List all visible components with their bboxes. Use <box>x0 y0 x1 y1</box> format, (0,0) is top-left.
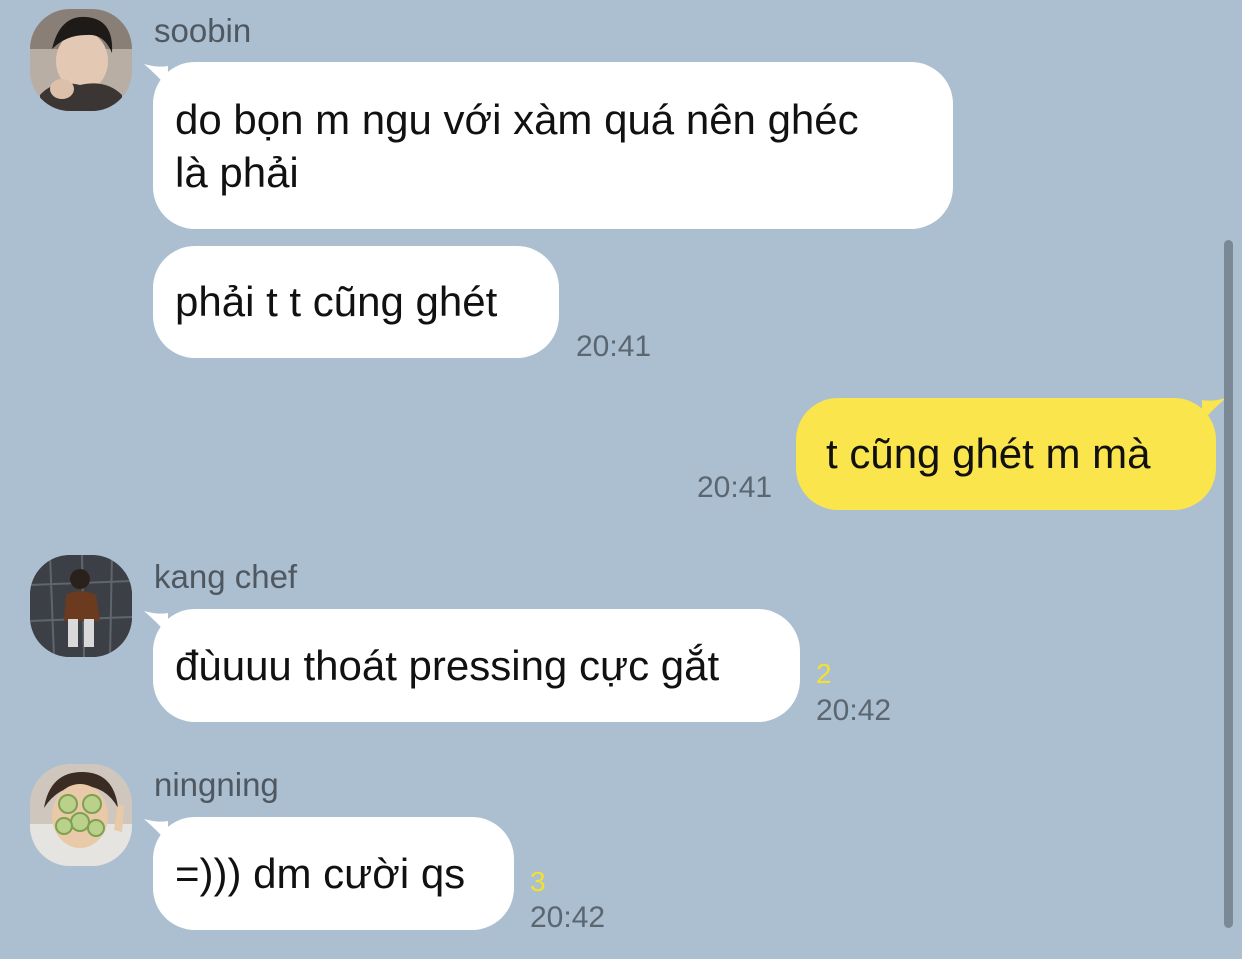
message-bubble[interactable]: =))) dm cười qs <box>153 817 514 930</box>
ningning-avatar[interactable] <box>30 764 132 866</box>
sender-name-kang-chef: kang chef <box>154 558 298 595</box>
soobin-avatar-image <box>30 9 132 111</box>
message-bubble-outgoing[interactable]: t cũng ghét m mà <box>796 398 1216 510</box>
timestamp: 20:42 <box>530 901 606 934</box>
ningning-avatar-image <box>30 764 132 866</box>
unread-count: 2 <box>816 658 832 689</box>
scrollbar[interactable] <box>1224 240 1233 928</box>
message-bubble[interactable]: do bọn m ngu với xàm quá nên ghéc là phả… <box>153 62 953 229</box>
message-bubble[interactable]: phải t t cũng ghét <box>153 246 559 358</box>
bubble-tail <box>1202 398 1226 422</box>
kang-chef-avatar-image <box>30 555 132 657</box>
unread-count: 3 <box>530 866 546 897</box>
timestamp: 20:42 <box>816 694 892 727</box>
message-text: do bọn m ngu với xàm quá nên ghéc là phả… <box>175 96 859 196</box>
kang-chef-avatar[interactable] <box>30 555 132 657</box>
message-text: đùuuu thoát pressing cực gắt <box>175 642 720 689</box>
sender-name-ningning: ningning <box>154 766 279 803</box>
timestamp: 20:41 <box>576 330 652 363</box>
sender-name-soobin: soobin <box>154 12 252 49</box>
message-text: phải t t cũng ghét <box>175 278 498 325</box>
message-bubble[interactable]: đùuuu thoát pressing cực gắt <box>153 609 800 722</box>
message-text: t cũng ghét m mà <box>826 430 1151 477</box>
timestamp: 20:41 <box>697 471 773 504</box>
message-text: =))) dm cười qs <box>175 850 466 897</box>
soobin-avatar[interactable] <box>30 9 132 111</box>
